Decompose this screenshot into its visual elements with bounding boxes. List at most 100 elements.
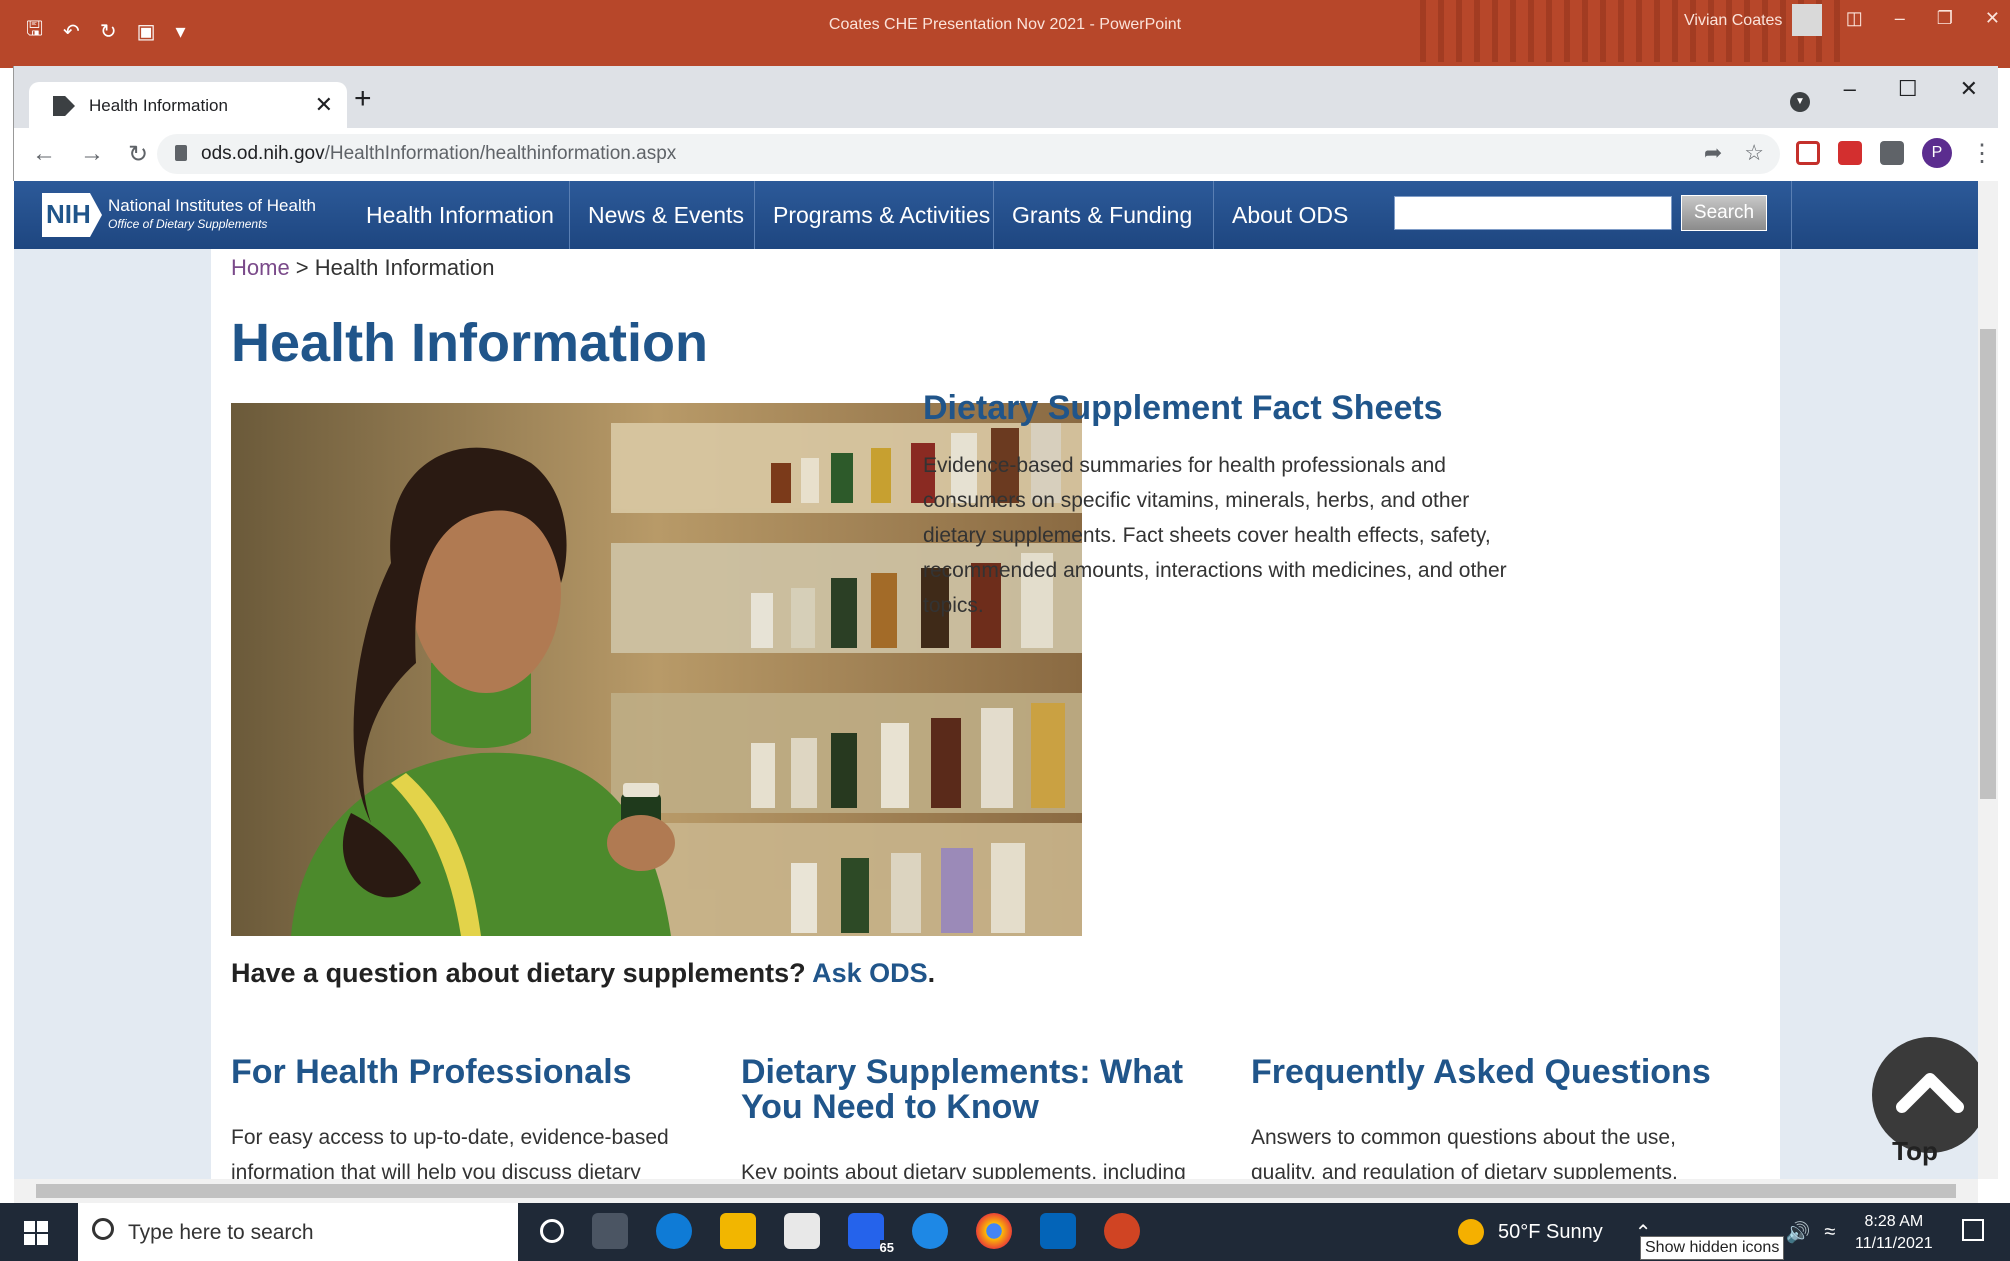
page-viewport: NIH National Institutes of Health Office… [14,181,1978,1179]
close-icon[interactable]: ✕ [1960,76,1978,102]
nih-logo[interactable]: NIH National Institutes of Health Office… [42,192,316,238]
edge-icon[interactable] [656,1213,692,1249]
share-icon[interactable]: ➦ [1704,140,1722,166]
browser-toolbar: ← → ↻ ods.od.nih.gov/HealthInformation/h… [14,128,1998,181]
nav-programs-activities[interactable]: Programs & Activities [755,181,994,249]
ask-ods-line: Have a question about dietary supplement… [231,958,935,989]
taskbar-search-placeholder: Type here to search [128,1221,314,1244]
browser-window-controls: – ☐ ✕ [1844,76,1978,102]
close-icon[interactable]: ✕ [1985,8,2000,29]
weather-text[interactable]: 50°F Sunny [1498,1221,1603,1244]
acrobat-extension-icon[interactable] [1838,141,1862,165]
nav-divider [1791,181,1792,249]
fact-sheets-description: Evidence-based summaries for health prof… [923,454,1507,617]
site-navbar: NIH National Institutes of Health Office… [14,181,1978,249]
main-content: Home > Health Information Health Informa… [211,249,1780,1179]
faq-text: Answers to common questions about the us… [1251,1126,1678,1179]
ask-prefix: Have a question about dietary supplement… [231,958,806,988]
browser-tab[interactable]: Health Information ✕ [29,82,347,128]
mail-badge: 65 [879,1240,894,1255]
fact-sheets-link[interactable]: Dietary Supplement Fact Sheets [923,391,1723,426]
faq-link[interactable]: Frequently Asked Questions [1251,1055,1731,1090]
profile-avatar[interactable]: P [1922,138,1952,168]
vertical-scrollbar[interactable] [1978,181,1998,1179]
maximize-icon[interactable]: ☐ [1898,76,1918,102]
pocket-extension-icon[interactable] [1796,141,1820,165]
powerpoint-titlebar: 🖫 ↶ ↻ ▣ ▾ Coates CHE Presentation Nov 20… [0,0,2010,68]
breadcrumb-current: Health Information [314,255,495,280]
site-search-button[interactable]: Search [1681,195,1767,231]
tab-close-icon[interactable]: ✕ [315,92,333,118]
user-name[interactable]: Vivian Coates [1684,12,1782,30]
browser-frame: Health Information ✕ + ▼ – ☐ ✕ ← → ↻ ods… [13,66,1998,181]
what-you-need-to-know-text: Key points about dietary supplements, in… [741,1161,1186,1179]
what-you-need-to-know-link[interactable]: Dietary Supplements: What You Need to Kn… [741,1055,1221,1125]
minimize-icon[interactable]: – [1895,8,1905,29]
site-search-input[interactable] [1394,196,1672,230]
back-icon[interactable]: ← [32,140,56,169]
powerpoint-icon[interactable] [1104,1213,1140,1249]
show-hidden-icons-tooltip: Show hidden icons [1640,1236,1785,1260]
lock-icon[interactable] [175,145,187,161]
omnibox-icons: ➦ ☆ [1704,140,1764,166]
breadcrumb-separator: > [289,255,315,280]
restore-icon[interactable]: ❐ [1937,8,1953,29]
breadcrumb: Home > Health Information [231,255,495,281]
nav-health-information[interactable]: Health Information [351,181,570,249]
url-path: /HealthInformation/healthinformation.asp… [324,143,677,164]
url-domain: ods.od.nih.gov [201,143,325,164]
nav-grants-funding[interactable]: Grants & Funding [994,181,1214,249]
vertical-scroll-thumb[interactable] [1980,329,1996,799]
cortana-icon[interactable] [540,1219,564,1243]
back-to-top-label[interactable]: Top [1870,1136,1960,1167]
clock-time: 8:28 AM [1864,1213,1924,1230]
wifi-icon[interactable]: ≈ [1824,1221,1835,1244]
new-tab-button[interactable]: + [354,82,372,116]
clock-date: 11/11/2021 [1855,1235,1933,1252]
extensions-area: P ⋮ [1796,138,1994,168]
notifications-icon[interactable] [1962,1219,1984,1241]
minimize-icon[interactable]: – [1844,76,1856,102]
user-avatar[interactable] [1792,4,1822,36]
mail-icon[interactable]: 65 [848,1213,894,1255]
reload-icon[interactable]: ↻ [128,140,148,169]
volume-icon[interactable]: 🔊 [1786,1220,1811,1245]
logo-name: National Institutes of Health [108,196,316,215]
ribbon-display-icon[interactable]: ◫ [1846,8,1863,29]
nih-logo-mark: NIH [42,193,102,237]
chrome-icon[interactable] [976,1213,1012,1249]
logo-text: National Institutes of Health Office of … [108,197,316,233]
ask-ods-link[interactable]: Ask ODS [812,958,928,988]
internet-explorer-icon[interactable] [912,1213,948,1249]
tab-title: Health Information [89,96,228,115]
puzzle-extensions-icon[interactable] [1880,141,1904,165]
nav-about-ods[interactable]: About ODS [1214,181,1354,249]
taskbar-clock[interactable]: 8:28 AM 11/11/2021 [1855,1211,1933,1255]
horizontal-scrollbar[interactable] [14,1179,1978,1203]
nav-news-events[interactable]: News & Events [570,181,755,249]
taskbar-apps: 65 [540,1213,1140,1255]
file-explorer-icon[interactable] [720,1213,756,1249]
health-professionals-text: For easy access to up-to-date, evidence-… [231,1126,669,1179]
taskbar-search-box[interactable]: Type here to search [78,1203,518,1261]
favicon-icon [53,96,75,116]
nav-buttons: ← → ↻ [32,140,148,169]
menu-kebab-icon[interactable]: ⋮ [1970,139,1994,168]
health-professionals-link[interactable]: For Health Professionals [231,1055,711,1090]
bookmark-star-icon[interactable]: ☆ [1744,140,1764,166]
horizontal-scroll-thumb[interactable] [36,1184,1956,1198]
ppt-window-controls: ◫ – ❐ ✕ [1846,8,2000,29]
search-icon [92,1218,114,1240]
store-icon[interactable] [784,1213,820,1249]
address-bar[interactable]: ods.od.nih.gov/HealthInformation/healthi… [157,134,1780,174]
tab-search-icon[interactable]: ▼ [1790,92,1810,112]
logo-subname: Office of Dietary Supplements [108,217,268,231]
page-title: Health Information [231,313,709,373]
breadcrumb-home-link[interactable]: Home [231,255,290,280]
forward-icon[interactable]: → [80,140,104,169]
windows-start-icon[interactable] [24,1221,48,1245]
task-view-icon[interactable] [592,1213,628,1249]
sun-weather-icon[interactable] [1458,1219,1484,1245]
outlook-icon[interactable] [1040,1213,1076,1249]
ask-suffix: . [927,958,936,988]
